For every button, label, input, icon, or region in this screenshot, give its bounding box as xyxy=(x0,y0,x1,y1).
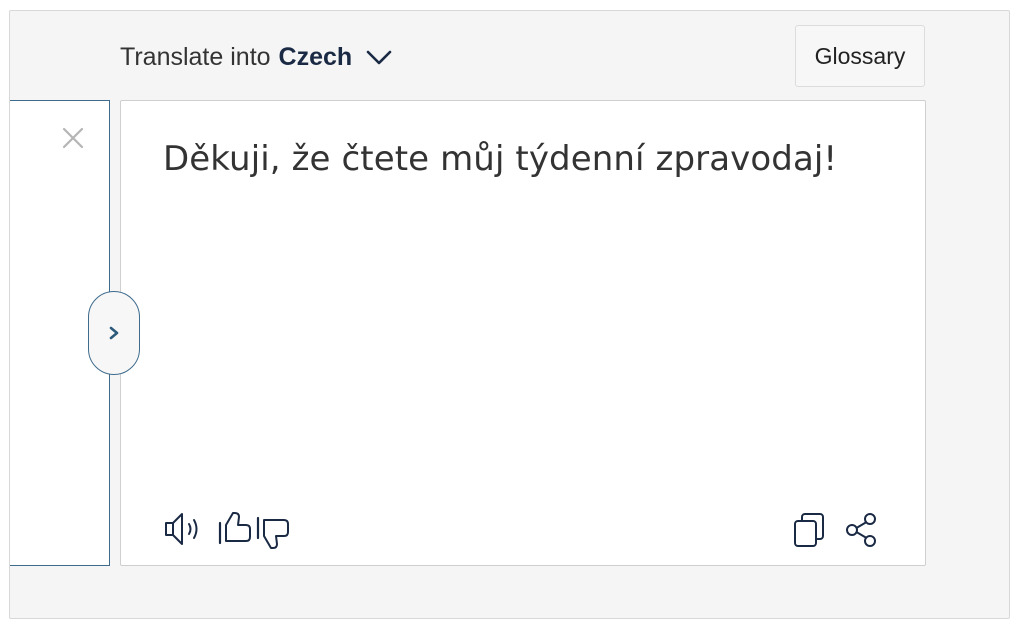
translate-into-label: Translate into xyxy=(120,43,271,71)
translation-text: Děkuji, že čtete můj týdenní zpravodaj! xyxy=(163,139,838,179)
thumbs-down-icon[interactable] xyxy=(253,512,293,552)
chevron-right-icon xyxy=(109,326,119,340)
translation-panel: Děkuji, že čtete můj týdenní zpravodaj! xyxy=(120,100,926,566)
chevron-down-icon xyxy=(366,50,392,64)
feedback-toolbar xyxy=(163,506,293,552)
action-toolbar xyxy=(791,511,881,549)
translator-window: Translate into Czech Glossary Děkuji, že… xyxy=(9,10,1010,619)
speaker-icon[interactable] xyxy=(163,509,205,549)
close-icon[interactable] xyxy=(60,125,86,151)
copy-icon[interactable] xyxy=(791,511,827,549)
share-icon[interactable] xyxy=(843,511,881,549)
glossary-button[interactable]: Glossary xyxy=(795,25,925,87)
panel-toggle-button[interactable] xyxy=(88,291,140,375)
target-language-name: Czech xyxy=(278,43,353,71)
target-language-selector[interactable]: Translate into Czech xyxy=(120,43,392,72)
thumbs-up-icon[interactable] xyxy=(215,509,255,549)
